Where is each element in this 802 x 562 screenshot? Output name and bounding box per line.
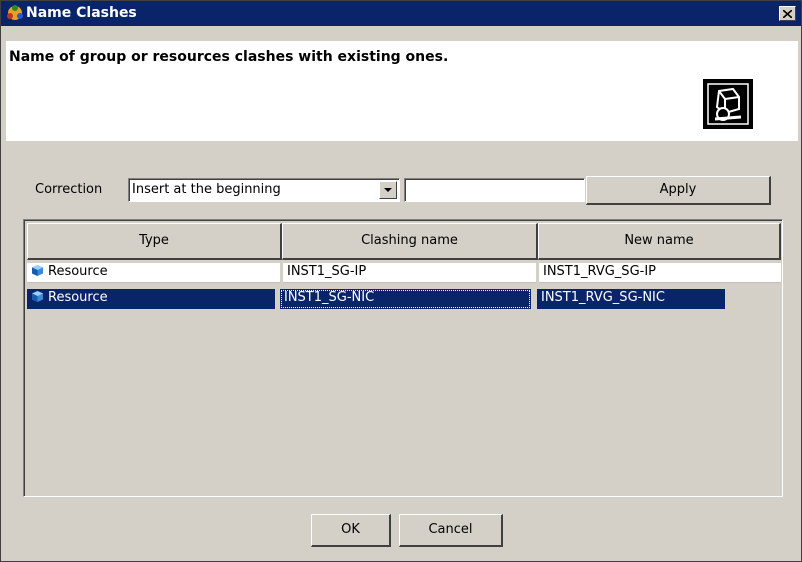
resource-icon [32, 265, 43, 276]
header-message: Name of group or resources clashes with … [9, 49, 449, 65]
column-header-type[interactable]: Type [27, 223, 282, 260]
column-header-new-name[interactable]: New name [538, 223, 781, 260]
resource-icon [32, 291, 43, 302]
close-icon [783, 9, 792, 18]
type-text: Resource [48, 264, 108, 279]
new-name-cell[interactable]: INST1_RVG_SG-IP [539, 263, 781, 283]
correction-dropdown[interactable]: Insert at the beginning [128, 178, 400, 202]
correction-text-field[interactable] [404, 178, 585, 202]
ok-button[interactable]: OK [311, 514, 391, 547]
type-text: Resource [48, 290, 108, 305]
correction-dropdown-value: Insert at the beginning [132, 182, 281, 197]
wizard-icon [703, 79, 753, 129]
clashes-table: Type Clashing name New name Resource INS… [23, 219, 783, 497]
name-clashes-dialog: Name Clashes Name of group or resources … [0, 0, 802, 562]
chevron-down-icon [384, 188, 392, 192]
table-row-selected[interactable]: Resource INST1_SG-NIC INST1_RVG_SG-NIC [27, 289, 781, 309]
window-title: Name Clashes [26, 5, 137, 21]
header-panel: Name of group or resources clashes with … [6, 41, 798, 141]
cancel-button[interactable]: Cancel [399, 514, 503, 547]
title-bar[interactable]: Name Clashes [1, 1, 801, 26]
server-icon [705, 81, 751, 127]
correction-label: Correction [35, 182, 103, 197]
type-cell: Resource [27, 263, 280, 283]
close-button[interactable] [779, 6, 796, 21]
clashing-name-cell: INST1_SG-NIC [280, 289, 531, 309]
new-name-cell[interactable]: INST1_RVG_SG-NIC [537, 289, 725, 309]
dropdown-arrow-button[interactable] [379, 181, 397, 199]
app-icon [7, 5, 23, 20]
clashing-name-cell: INST1_SG-IP [283, 263, 536, 283]
apply-button[interactable]: Apply [586, 176, 771, 205]
column-header-clashing-name[interactable]: Clashing name [282, 223, 538, 260]
type-cell: Resource [27, 289, 275, 309]
table-row[interactable]: Resource INST1_SG-IP INST1_RVG_SG-IP [27, 263, 781, 283]
